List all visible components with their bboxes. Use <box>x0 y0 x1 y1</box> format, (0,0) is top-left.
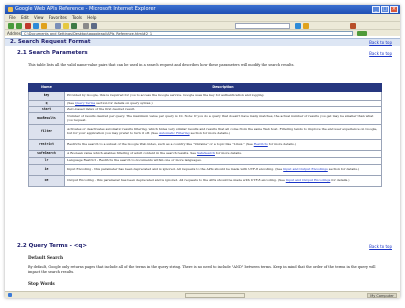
table-row: restrict Restricts the search to a subse… <box>28 139 382 151</box>
intro-text: This table lists all the valid name-valu… <box>28 63 295 67</box>
param-name: filter <box>28 124 65 140</box>
minimize-button[interactable]: _ <box>372 6 380 13</box>
menu-file[interactable]: File <box>9 15 16 20</box>
default-search-title: Default Search <box>28 255 64 260</box>
param-description: Restricts the search to a subset of the … <box>64 139 382 151</box>
param-description: Language Restrict - Restricts the search… <box>64 157 382 165</box>
table-row: maxResults Number of results desired per… <box>28 112 382 125</box>
param-name: lr <box>28 157 65 165</box>
section-2-header: 2. Search Request Format Back to top <box>5 38 400 46</box>
menu-bar: File Edit View Favorites Tools Help <box>5 14 400 21</box>
section-2-2-title: 2.2 Query Terms - <q> <box>17 243 87 249</box>
table-row: key Provided by Google, this is required… <box>28 91 382 101</box>
table-row: filter Activates or deactivates automati… <box>28 124 382 140</box>
query-terms-link[interactable]: Query Terms <box>75 102 95 105</box>
automatic-filtering-link[interactable]: Automatic Filtering <box>159 131 190 135</box>
param-name: restrict <box>28 139 65 151</box>
param-name: oe <box>28 175 65 187</box>
table-row: oe Output Encoding - this parameter has … <box>28 175 382 187</box>
back-to-top-link[interactable]: Back to top <box>369 244 392 249</box>
menu-view[interactable]: View <box>34 15 44 20</box>
menu-favorites[interactable]: Favorites <box>49 15 67 20</box>
default-search-text: By default, Google only returns pages th… <box>28 265 376 274</box>
encodings-link[interactable]: Input and Output Encodings <box>283 167 328 171</box>
param-description: A Boolean value which enables filtering … <box>64 150 382 158</box>
security-zone: My Computer <box>367 293 397 298</box>
page-icon <box>8 293 12 297</box>
column-header-name: Name <box>28 83 65 92</box>
section-2-title: 2. Search Request Format <box>10 39 91 45</box>
param-description: Output Encoding - this parameter has bee… <box>64 175 382 187</box>
close-button[interactable]: × <box>390 6 398 13</box>
param-name: key <box>28 91 65 101</box>
browser-window: Google Web APIs Reference - Microsoft In… <box>5 5 400 298</box>
table-row: ie Input Encoding - this parameter has b… <box>28 164 382 176</box>
safesearch-link[interactable]: SafeSearch <box>197 152 215 156</box>
stop-words-title: Stop Words <box>28 281 55 286</box>
parameters-table: Name Description key Provided by Google,… <box>28 83 382 187</box>
table-row: safeSearch A Boolean value which enables… <box>28 150 382 158</box>
param-description: Activates or deactivates automatic resul… <box>64 124 382 140</box>
status-bar: My Computer <box>5 291 400 298</box>
restricts-link[interactable]: Restricts <box>254 142 268 146</box>
menu-edit[interactable]: Edit <box>21 15 29 20</box>
title-bar: Google Web APIs Reference - Microsoft In… <box>5 5 400 14</box>
section-2-1-title: 2.1 Search Parameters <box>17 50 88 56</box>
maximize-button[interactable]: □ <box>381 6 389 13</box>
param-name: ie <box>28 164 65 176</box>
table-row: lr Language Restrict - Restricts the sea… <box>28 157 382 165</box>
ie-icon <box>8 7 13 12</box>
param-description: Number of results desired per query. The… <box>64 112 382 125</box>
encodings-link[interactable]: Input and Output Encodings <box>286 178 331 182</box>
column-header-description: Description <box>64 83 382 92</box>
param-description: Input Encoding - this parameter has been… <box>64 164 382 176</box>
back-to-top-link[interactable]: Back to top <box>369 51 392 56</box>
param-name: maxResults <box>28 112 65 125</box>
menu-help[interactable]: Help <box>87 15 96 20</box>
progress-area <box>185 293 245 298</box>
param-name: safeSearch <box>28 150 65 158</box>
page-content: 2. Search Request Format Back to top 2.1… <box>5 36 400 291</box>
window-title: Google Web APIs Reference - Microsoft In… <box>15 6 156 12</box>
param-description: Provided by Google, this is required for… <box>64 91 382 101</box>
menu-tools[interactable]: Tools <box>72 15 82 20</box>
back-to-top-link[interactable]: Back to top <box>369 39 392 46</box>
